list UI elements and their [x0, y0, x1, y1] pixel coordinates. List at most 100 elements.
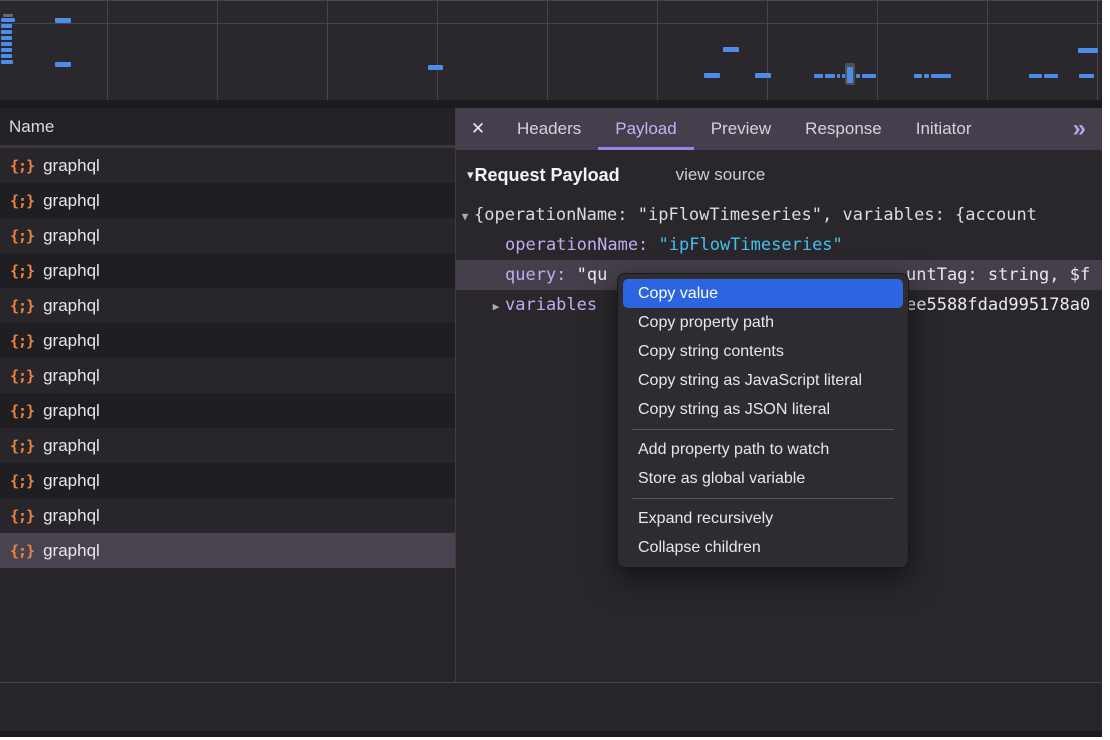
request-timing-bar — [862, 74, 876, 78]
overview-gridline — [0, 23, 1102, 24]
request-list: {;} graphql {;} graphql {;} graphql {;} graphql… — [0, 148, 455, 568]
request-timing-bar — [428, 65, 443, 70]
network-row[interactable]: {;}graphql — [0, 253, 455, 288]
network-row[interactable]: {;}graphql — [0, 323, 455, 358]
menu-separator — [632, 498, 894, 499]
request-timing-bar — [55, 62, 71, 67]
section-expander-icon[interactable]: ▾ — [467, 167, 474, 183]
json-braces-icon: {;} — [10, 472, 34, 490]
request-name: graphql — [43, 506, 100, 526]
request-timing-bar — [55, 18, 71, 23]
request-timing-bar — [1, 48, 12, 52]
property-key: variables — [505, 295, 597, 315]
network-row[interactable]: {;} graphql — [0, 358, 455, 393]
overview-gridline — [217, 1, 218, 101]
request-timing-bar — [914, 74, 922, 78]
json-braces-icon: {;} — [10, 262, 34, 280]
request-name: graphql — [43, 226, 100, 246]
json-braces-icon: {;} — [10, 157, 34, 175]
tab-strip: HeadersPayloadPreviewResponseInitiator — [500, 108, 988, 150]
network-row[interactable]: {;}graphql — [0, 218, 455, 253]
request-timing-bar — [847, 67, 853, 83]
tab-headers[interactable]: Headers — [500, 108, 598, 150]
json-braces-icon: {;} — [10, 367, 34, 385]
overview-divider — [0, 100, 1102, 108]
overview-gridline — [877, 1, 878, 101]
menu-item-add-property-path-to-watch[interactable]: Add property path to watch — [623, 435, 903, 464]
tab-preview[interactable]: Preview — [694, 108, 788, 150]
overview-gridline — [327, 1, 328, 101]
menu-item-copy-string-as-json-literal[interactable]: Copy string as JSON literal — [623, 395, 903, 424]
network-row[interactable]: {;} graphql — [0, 183, 455, 218]
request-timing-bar — [837, 74, 840, 78]
menu-item-copy-string-as-javascript-literal[interactable]: Copy string as JavaScript literal — [623, 366, 903, 395]
property-value-end: ee5588fdad995178a0 — [906, 290, 1090, 320]
request-timing-bar — [1044, 74, 1058, 78]
menu-item-copy-property-path[interactable]: Copy property path — [623, 308, 903, 337]
network-row[interactable]: {;}graphql — [0, 288, 455, 323]
json-braces-icon: {;} — [10, 332, 34, 350]
collapsed-arrow-icon[interactable]: ▶ — [487, 292, 505, 320]
overview-gridline — [547, 1, 548, 101]
tab-payload[interactable]: Payload — [598, 108, 693, 150]
request-timing-bar — [1, 36, 12, 40]
request-timing-bar — [856, 74, 860, 78]
network-row[interactable]: {;}graphql — [0, 148, 455, 183]
network-row[interactable]: {;} graphql — [0, 463, 455, 498]
overview-gridline — [767, 1, 768, 101]
request-timing-bar — [1, 30, 12, 34]
json-braces-icon: {;} — [10, 542, 34, 560]
request-timing-bar — [1, 24, 12, 28]
network-row[interactable]: {;}graphql — [0, 533, 455, 568]
request-timing-bar — [1, 54, 12, 58]
property-value-start: "qu — [577, 265, 608, 285]
menu-item-store-as-global-variable[interactable]: Store as global variable — [623, 464, 903, 493]
overview-gridline — [987, 1, 988, 101]
request-timing-bar — [723, 47, 739, 52]
network-overview-strip[interactable] — [0, 0, 1102, 100]
property-value: "ipFlowTimeseries" — [659, 235, 843, 255]
request-name: graphql — [43, 191, 100, 211]
request-timing-bar — [755, 73, 771, 78]
network-row[interactable]: {;}graphql — [0, 428, 455, 463]
menu-item-collapse-children[interactable]: Collapse children — [623, 533, 903, 562]
name-column-label: Name — [9, 117, 54, 137]
tree-operation-row[interactable]: operationName: "ipFlowTimeseries" — [456, 230, 1102, 260]
close-details-button[interactable]: ✕ — [456, 108, 500, 150]
devtools-network-panel: Name {;}graphql{;}graphql{;}graphql{;}gr… — [0, 0, 1102, 737]
json-braces-icon: {;} — [10, 192, 34, 210]
request-timing-bar — [931, 74, 951, 78]
expanded-arrow-icon[interactable]: ▼ — [456, 202, 474, 230]
root-object-preview: {operationName: "ipFlowTimeseries", vari… — [474, 205, 1037, 225]
context-menu: Copy valueCopy property pathCopy string … — [617, 273, 909, 568]
json-braces-icon: {;} — [10, 402, 34, 420]
menu-separator — [632, 429, 894, 430]
overview-gridline — [437, 1, 438, 101]
view-source-link[interactable]: view source — [676, 165, 766, 185]
name-column-header[interactable]: Name — [0, 108, 455, 148]
tab-initiator[interactable]: Initiator — [899, 108, 989, 150]
network-row[interactable]: {;}graphql — [0, 393, 455, 428]
request-timing-bar — [842, 74, 845, 78]
tree-root-row[interactable]: ▼{operationName: "ipFlowTimeseries", var… — [456, 200, 1102, 230]
property-value-end: untTag: string, $f — [906, 260, 1090, 290]
request-timing-bar — [825, 74, 835, 78]
request-timing-bar — [1, 18, 15, 22]
tab-response[interactable]: Response — [788, 108, 899, 150]
network-row[interactable]: {;}graphql — [0, 498, 455, 533]
window-bottom-edge — [0, 731, 1102, 737]
more-tabs-button[interactable]: » — [1073, 108, 1102, 150]
request-payload-section-header: ▾ Request Payload view source — [456, 150, 1102, 200]
menu-item-copy-value[interactable]: Copy value — [623, 279, 903, 308]
chevron-double-right-icon: » — [1073, 115, 1086, 143]
request-name: graphql — [43, 296, 100, 316]
request-timing-bar — [1, 42, 12, 46]
request-timing-bar — [1, 60, 13, 64]
menu-item-expand-recursively[interactable]: Expand recursively — [623, 504, 903, 533]
request-timing-bar — [1029, 74, 1042, 78]
request-timing-bar — [1078, 48, 1098, 53]
request-name: graphql — [43, 471, 100, 491]
menu-item-copy-string-contents[interactable]: Copy string contents — [623, 337, 903, 366]
property-key: query: — [505, 265, 566, 285]
request-name: graphql — [43, 366, 100, 386]
